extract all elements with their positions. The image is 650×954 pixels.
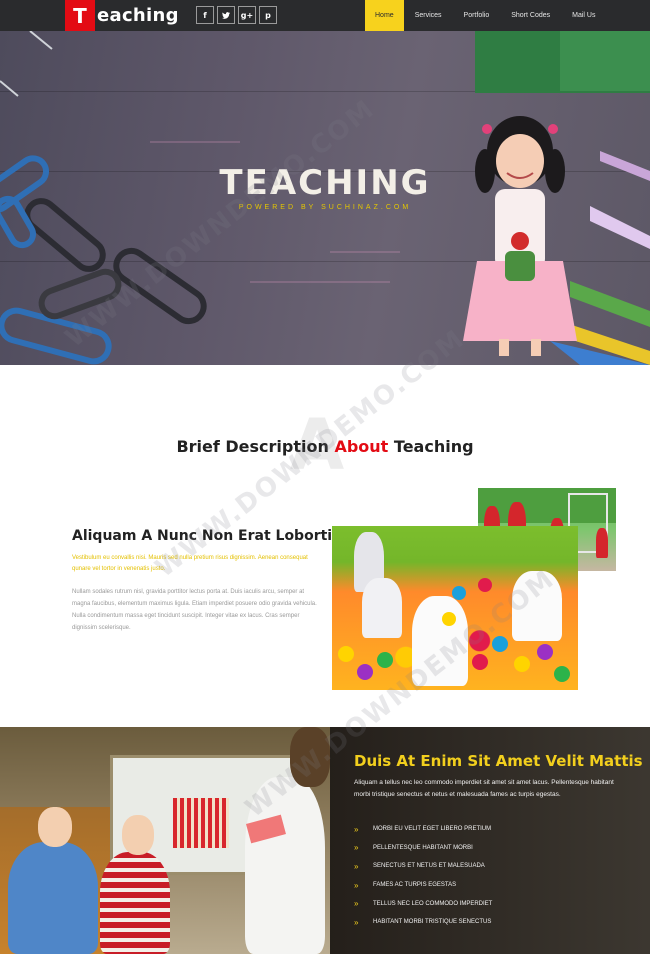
- list-item: » HABITANT MORBI TRISTIQUE SENECTUS: [354, 913, 492, 932]
- striped-paper: [173, 798, 229, 848]
- child-figure: [412, 596, 468, 686]
- nav-portfolio[interactable]: Portfolio: [453, 0, 501, 31]
- logo-letter: T: [65, 0, 95, 31]
- plastic-ball: [442, 612, 456, 626]
- girl-face: [122, 815, 154, 855]
- about-heading: Aliquam A Nunc Non Erat Lobortis: [72, 528, 341, 544]
- plastic-ball: [338, 646, 354, 662]
- about-paragraph: Nullam sodales rutrum nisl, gravida port…: [72, 589, 317, 631]
- google-plus-icon[interactable]: g+: [238, 6, 256, 24]
- girl-figure: [100, 852, 170, 954]
- chevron-right-icon: »: [354, 861, 359, 871]
- main-menu: Home Services Portfolio Short Codes Mail…: [365, 0, 606, 31]
- nav-home[interactable]: Home: [365, 0, 404, 31]
- girl-holding-apple-image: [463, 116, 577, 356]
- teacher-hair: [290, 727, 330, 787]
- social-links: f g+ p: [196, 6, 277, 24]
- boy-figure: [8, 842, 98, 954]
- list-item: » PELLENTESQUE HABITANT MORBI: [354, 839, 492, 858]
- plastic-ball: [492, 636, 508, 652]
- boy-face: [38, 807, 72, 847]
- teacher-figure: [245, 777, 325, 954]
- desk-scratch: [330, 251, 400, 253]
- plastic-ball: [514, 656, 530, 672]
- plastic-ball: [537, 644, 553, 660]
- hero-banner: TEACHING POWERED BY SUCHINAZ.COM: [0, 31, 650, 365]
- list-item: » MORBI EU VELIT EGET LIBERO PRETIUM: [354, 820, 492, 839]
- nav-short-codes[interactable]: Short Codes: [500, 0, 561, 31]
- child-figure: [512, 571, 562, 641]
- nav-services[interactable]: Services: [404, 0, 453, 31]
- title-highlight: About: [334, 437, 389, 456]
- chevron-right-icon: »: [354, 917, 359, 927]
- kids-ball-pit-image: [332, 526, 578, 690]
- chevron-right-icon: »: [354, 880, 359, 890]
- title-part: Brief Description: [176, 437, 329, 456]
- about-section-title: Brief Description About Teaching: [0, 437, 650, 456]
- list-item: » TELLUS NEC LEO COMMODO IMPERDIET: [354, 894, 492, 913]
- child-figure: [362, 578, 402, 638]
- desk-scratch: [250, 281, 390, 283]
- list-item-label: PELLENTESQUE HABITANT MORBI: [373, 844, 473, 851]
- chevron-right-icon: »: [354, 843, 359, 853]
- plastic-ball: [452, 586, 466, 600]
- twitter-icon[interactable]: [217, 6, 235, 24]
- hero-title: TEACHING: [219, 163, 431, 203]
- facebook-icon[interactable]: f: [196, 6, 214, 24]
- title-part: Teaching: [393, 437, 474, 456]
- list-item-label: FAMES AC TURPIS EGESTAS: [373, 882, 457, 889]
- child-figure: [596, 528, 608, 558]
- list-item: » SENECTUS ET NETUS ET MALESUADA: [354, 857, 492, 876]
- hero-subtitle: POWERED BY SUCHINAZ.COM: [238, 204, 412, 211]
- pinterest-icon[interactable]: p: [259, 6, 277, 24]
- site-logo[interactable]: T eaching: [65, 0, 179, 31]
- chevron-right-icon: »: [354, 824, 359, 834]
- top-navbar: T eaching f g+ p Home Services Portfolio…: [0, 0, 650, 31]
- logo-text: eaching: [97, 5, 179, 26]
- list-item-label: TELLUS NEC LEO COMMODO IMPERDIET: [373, 900, 493, 907]
- feature-text: Aliquam a tellus nec leo commodo imperdi…: [354, 779, 614, 798]
- feature-list: » MORBI EU VELIT EGET LIBERO PRETIUM » PEL…: [354, 820, 492, 932]
- classroom-photo: [0, 727, 330, 954]
- feature-title: Duis At Enim Sit Amet Velit Mattis: [354, 752, 643, 770]
- plastic-ball: [377, 652, 393, 668]
- list-item-label: SENECTUS ET NETUS ET MALESUADA: [373, 863, 485, 870]
- plastic-ball: [357, 664, 373, 680]
- list-item-label: MORBI EU VELIT EGET LIBERO PRETIUM: [373, 826, 492, 833]
- plastic-ball: [472, 654, 488, 670]
- plastic-ball: [554, 666, 570, 682]
- chevron-right-icon: »: [354, 899, 359, 909]
- plastic-ball: [478, 578, 492, 592]
- about-highlight-text: Vestibulum eu convallis nisi. Mauris sed…: [72, 555, 308, 572]
- nav-mail-us[interactable]: Mail Us: [561, 0, 606, 31]
- list-item-label: HABITANT MORBI TRISTIQUE SENECTUS: [373, 919, 492, 926]
- list-item: » FAMES AC TURPIS EGESTAS: [354, 876, 492, 895]
